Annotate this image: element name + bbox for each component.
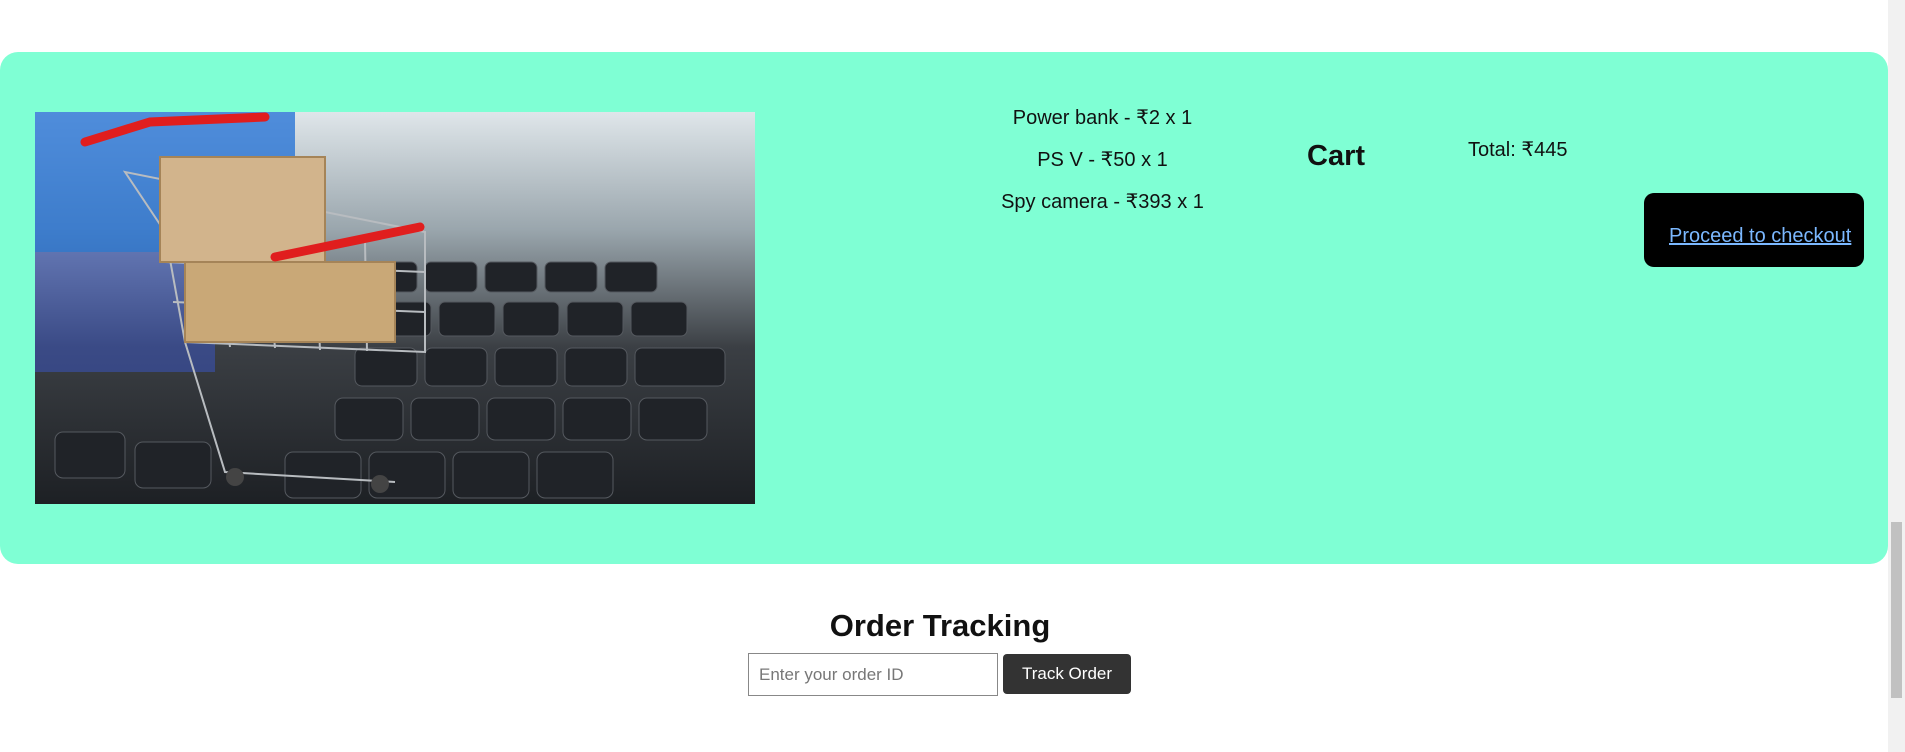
cart-item: PS V - ₹50 x 1 [1037,149,1168,171]
cart-item: Power bank - ₹2 x 1 [1012,107,1193,129]
cart-items-list: Power bank - ₹2 x 1 PS V - ₹50 x 1 Spy c… [950,106,1255,232]
cart-total: Total: ₹445 [1468,139,1568,161]
shopping-cart-on-laptop-keyboard-image [35,112,755,504]
scrollbar-thumb[interactable] [1891,522,1902,698]
cart-item: Spy camera - ₹393 x 1 [1001,191,1204,213]
order-tracking-title: Order Tracking [829,608,1051,643]
checkout-button[interactable]: Proceed to checkout [1644,193,1864,267]
vertical-scrollbar[interactable] [1888,0,1905,752]
track-order-button[interactable]: Track Order [1003,654,1131,694]
proceed-to-checkout-link[interactable]: Proceed to checkout [1669,225,1851,248]
order-id-input[interactable] [748,653,998,696]
cart-title: Cart [1307,140,1366,172]
